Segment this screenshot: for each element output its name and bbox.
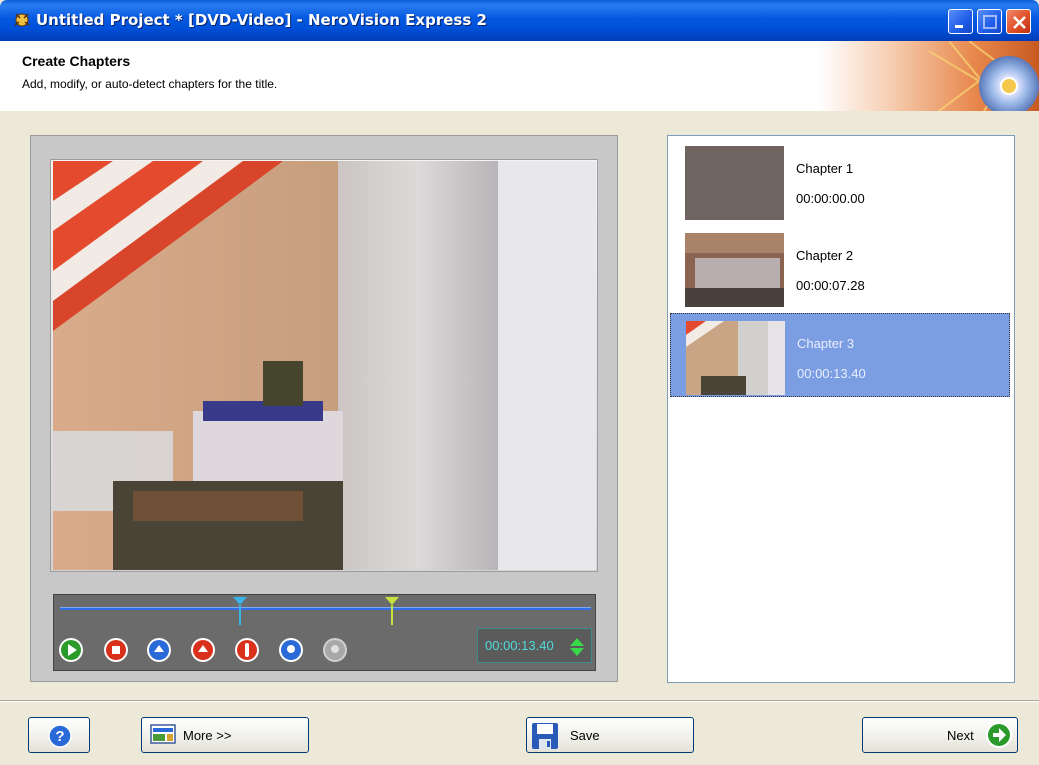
maximize-icon [983, 15, 997, 29]
disabled-action-icon [323, 638, 347, 662]
nero-banner-art [819, 41, 1039, 111]
chapter-name: Chapter 2 [796, 248, 854, 263]
chapter-name: Chapter 3 [797, 336, 855, 351]
chapter-item-selected[interactable]: Chapter 3 00:00:13.40 [670, 313, 1010, 397]
video-preview[interactable] [53, 161, 596, 570]
play-icon[interactable] [58, 637, 84, 663]
chapter-item[interactable]: Chapter 1 00:00:00.00 [670, 139, 1010, 223]
chapter-list[interactable]: Chapter 1 00:00:00.00 Chapter 2 00:00:07… [667, 135, 1015, 683]
nero-app-icon [14, 13, 30, 27]
stop-icon[interactable] [103, 637, 129, 663]
current-position-marker[interactable] [233, 597, 247, 625]
page-subtitle: Add, modify, or auto-detect chapters for… [22, 77, 278, 91]
next-button-label: Next [947, 728, 974, 743]
timecode-value: 00:00:13.40 [485, 638, 554, 653]
auto-detect-icon[interactable] [234, 637, 260, 663]
more-options-icon [150, 724, 176, 744]
help-button[interactable]: ? [28, 717, 90, 753]
video-frame-image [53, 161, 596, 570]
maximize-button[interactable] [977, 9, 1002, 34]
footer-divider [0, 700, 1039, 702]
close-button[interactable] [1006, 9, 1031, 34]
chapter-time: 00:00:00.00 [796, 191, 865, 206]
more-button-label: More >> [183, 728, 232, 743]
minimize-icon [955, 25, 963, 28]
next-arrow-icon [986, 722, 1012, 748]
chapter-time: 00:00:07.28 [796, 278, 865, 293]
more-button[interactable]: More >> [141, 717, 309, 753]
page-header: Create Chapters Add, modify, or auto-det… [0, 41, 1039, 111]
chapter-options-icon[interactable] [278, 637, 304, 663]
close-icon [1013, 16, 1026, 29]
timeline-track[interactable] [60, 607, 591, 610]
minimize-button[interactable] [948, 9, 973, 34]
next-button[interactable]: Next [862, 717, 1018, 753]
chapter-thumbnail [686, 321, 785, 395]
help-icon: ? [48, 724, 72, 748]
timecode-field[interactable]: 00:00:13.40 [477, 628, 592, 663]
svg-text:?: ? [55, 728, 64, 745]
chapter-name: Chapter 1 [796, 161, 854, 176]
chapter-thumbnail [685, 146, 784, 220]
chapter-thumbnail [685, 233, 784, 307]
window-title: Untitled Project * [DVD-Video] - NeroVis… [36, 11, 487, 29]
chapter-item[interactable]: Chapter 2 00:00:07.28 [670, 226, 1010, 310]
remove-chapter-icon[interactable] [190, 637, 216, 663]
save-button[interactable]: Save [526, 717, 694, 753]
chapter-marker[interactable] [385, 597, 399, 625]
timecode-spinner-icon[interactable] [569, 637, 585, 657]
save-button-label: Save [570, 728, 600, 743]
chapter-time: 00:00:13.40 [797, 366, 866, 381]
playback-controls: 00:00:13.40 [53, 594, 596, 671]
set-chapter-icon[interactable] [146, 637, 172, 663]
title-bar[interactable]: Untitled Project * [DVD-Video] - NeroVis… [0, 0, 1039, 41]
floppy-disk-icon [532, 723, 558, 749]
page-title: Create Chapters [22, 53, 131, 69]
